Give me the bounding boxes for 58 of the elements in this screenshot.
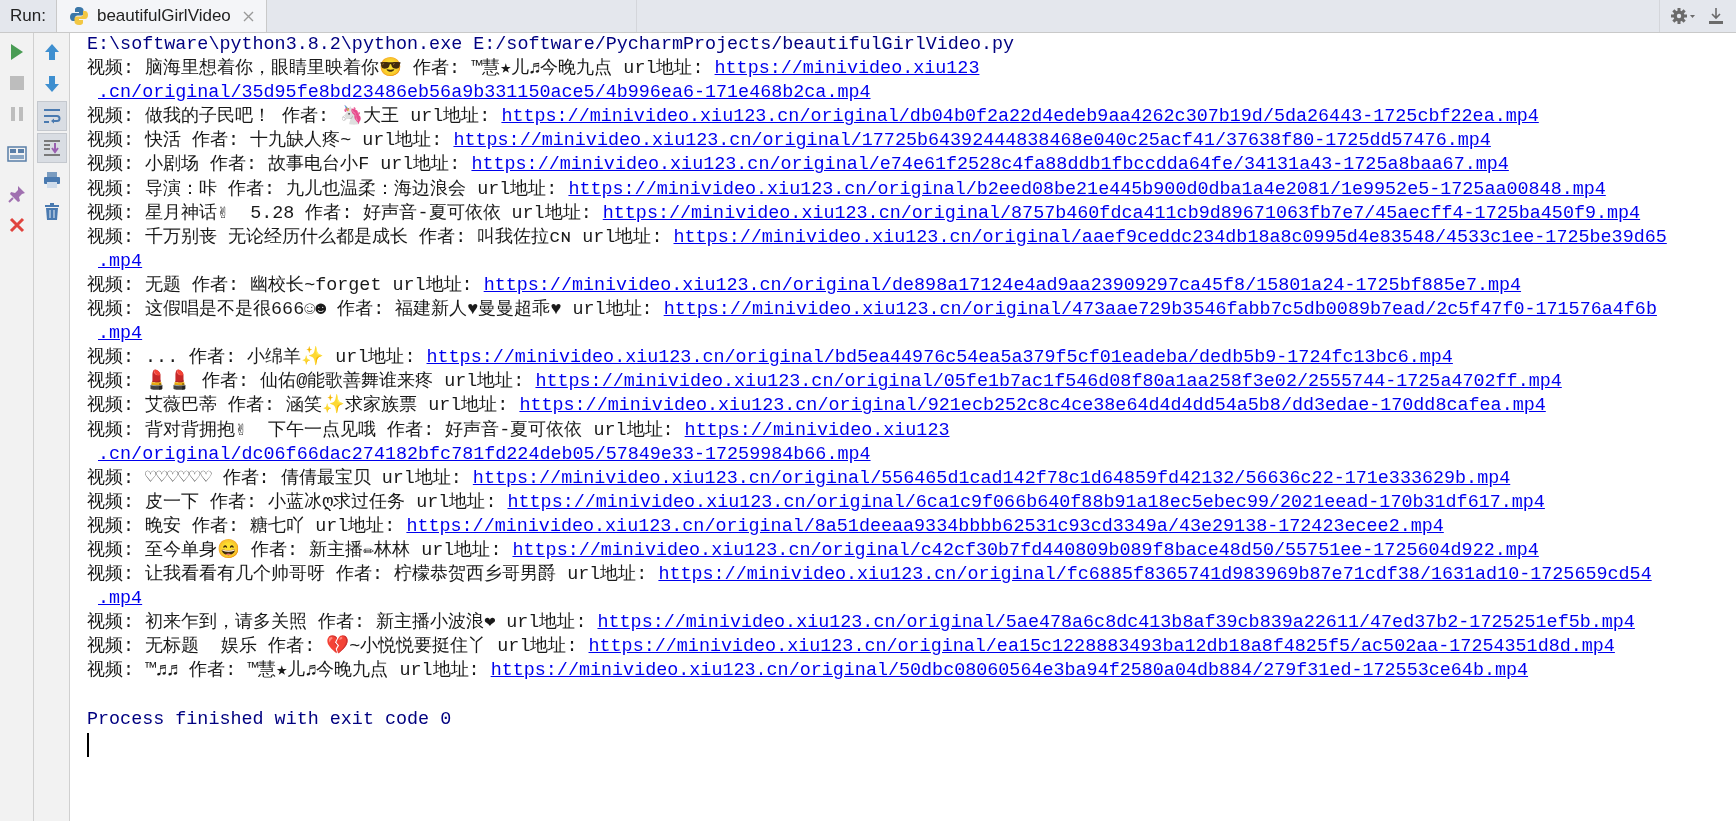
output-text: 视频: 初来乍到，请多关照 作者: 新主播小波浪❤ url地址: (87, 612, 588, 634)
url-link[interactable]: .mp4 (98, 250, 143, 272)
output-text: 视频: 背对背拥抱✌ 下午一点见哦 作者: 好声音-夏可依依 url地址: (87, 419, 675, 441)
url-link[interactable]: https://minivideo.xiu123.cn/original/bd5ea44976c54ea5a379f5cf01eadeba/dedb5b9-1724fc13bc6.mp4 (426, 347, 1453, 369)
scroll-to-end-icon[interactable] (36, 133, 67, 163)
url-link[interactable]: https://minivideo.xiu123.cn/original/6ca1c9f066b640f88b91a18ec5ebec99/2021eead-170b31df617.mp4 (507, 491, 1545, 513)
text-cursor (87, 732, 89, 757)
output-text: 视频: 星月神话✌ 5.28 作者: 好声音-夏可依依 url地址: (87, 202, 593, 224)
url-link[interactable]: https://minivideo.xiu123.cn/original/556465d1cad142f78c1d64859fd42132/56636c22-171e333629b.mp4 (472, 467, 1511, 489)
soft-wrap-icon[interactable] (36, 101, 67, 131)
url-link[interactable]: https://minivideo.xiu123.cn/original/ea15c1228883493ba12db18a8f4825f5/ac502aa-17254351d8d.mp4 (588, 636, 1615, 658)
output-text: 视频: 脑海里想着你，眼睛里映着你😎 作者: ™慧★儿♬今晚九点 url地址: (87, 58, 705, 80)
run-label: Run: (9, 5, 47, 28)
url-link[interactable]: https://minivideo.xiu123.cn/original/c42cf30b7fd440809b089f8bace48d50/55751ee-1725604d922.mp4 (512, 539, 1539, 561)
output-text: 视频: 皮一下 作者: 小蓝冰ღ求过任务 url地址: (87, 491, 498, 513)
output-text: 视频: 做我的子民吧！ 作者: 🦄大王 url地址: (87, 106, 492, 128)
output-text: 视频: 这假唱是不是很666☺☻ 作者: 福建新人♥曼曼超乖♥ url地址: (87, 299, 654, 321)
url-link[interactable]: .cn/original/35d95fe8bd23486eb56a9b331150ace5/4b996ea6-171e468b2ca.mp4 (98, 82, 871, 104)
url-link[interactable]: https://minivideo.xiu123.cn/original/b2eed08be21e445b900d0dba1a4e2081/1e9952e5-1725aa00848.mp4 (568, 178, 1606, 200)
output-text: 视频: ™♬♬ 作者: ™慧★儿♬今晚九点 url地址: (87, 660, 481, 682)
output-text: 视频: ♡♡♡♡♡♡ 作者: 倩倩最宝贝 url地址: (87, 467, 463, 489)
python-icon (68, 6, 89, 26)
output-text: 视频: 快活 作者: 十九缺人疼~ url地址: (87, 130, 444, 152)
url-link[interactable]: https://minivideo.xiu123 (684, 419, 950, 441)
url-link[interactable]: .mp4 (98, 588, 143, 610)
exit-status: Process finished with exit code 0 (87, 708, 452, 730)
output-text: 视频: 导演：咔 作者: 九儿也温柔：海边浪会 url地址: (87, 178, 559, 200)
url-link[interactable]: https://minivideo.xiu123.cn/original/e74e61f2528c4fa88ddb1fbccdda64fe/34131a43-1725a8baa67.mp4 (471, 154, 1509, 176)
url-link[interactable]: https://minivideo.xiu123.cn/original/8a51deeaa9334bbbb62531c93cd3349a/43e29138-172423ecee2.mp4 (406, 515, 1444, 537)
output-text: 视频: 💄💄 作者: 仙佑@能歌善舞谁来疼 url地址: (87, 371, 526, 393)
url-link[interactable]: https://minivideo.xiu123.cn/original/fc6885f8365741d983969b87e71cdf38/1631ad10-1725659cd54 (658, 564, 1652, 586)
hide-panel-icon[interactable] (1708, 7, 1724, 25)
url-link[interactable]: https://minivideo.xiu123.cn/original/5ae478a6c8dc413b8af39cb839a22611/47ed37b2-1725251ef5b.mp4 (597, 612, 1635, 634)
url-link[interactable]: https://minivideo.xiu123.cn/original/50dbc08060564e3ba94f2580a04db884/279f31ed-172553ce64b.mp4 (490, 660, 1529, 682)
output-text: 视频: ... 作者: 小绵羊✨ url地址: (87, 347, 417, 369)
output-text: 视频: 晚安 作者: 糖七吖 url地址: (87, 515, 397, 537)
output-text: 视频: 千万别丧 无论经历什么都是成长 作者: 叫我佐拉ᴄɴ url地址: (87, 226, 664, 248)
output-text: 视频: 无题 作者: 幽校长~forget url地址: (87, 274, 474, 296)
output-text: 视频: 让我看看有几个帅哥呀 作者: 柠檬恭贺西乡哥男爵 url地址: (87, 564, 649, 586)
command-line: E:\software\python3.8.2\python.exe E:/software/PycharmProjects/beautifulGirlVideo.py (87, 34, 1015, 55)
output-text: 视频: 至今单身😄 作者: 新主播✏林林 url地址: (87, 539, 503, 561)
url-link[interactable]: https://minivideo.xiu123.cn/original/921ecb252c8c4ce38e64d4d4dd54a5b8/dd3edae-170dd8cafea.mp4 (519, 395, 1546, 417)
url-link[interactable]: https://minivideo.xiu123.cn/original/05fe1b7ac1f546d08f80a1aa258f3e02/2555744-1725a4702ff.mp4 (535, 371, 1562, 393)
url-link[interactable]: https://minivideo.xiu123 (714, 58, 980, 80)
url-link[interactable]: https://minivideo.xiu123.cn/original/8757b460fdca411cb9d89671063fb7e7/45aecff4-1725ba450f9.mp4 (602, 202, 1641, 224)
url-link[interactable]: .cn/original/dc06f66dac274182bfc781fd224deb05/57849e33-17259984b66.mp4 (98, 443, 871, 465)
close-icon[interactable] (242, 10, 254, 22)
run-tab[interactable]: beautifulGirlVideo (55, 0, 267, 32)
settings-icon[interactable] (1670, 7, 1696, 25)
url-link[interactable]: https://minivideo.xiu123.cn/original/db04b0f2a22d4edeb9aa4262c307b19d/5da26443-1725cbf22ea.mp4 (501, 106, 1539, 128)
output-text: 视频: 小剧场 作者: 故事电台小F url地址: (87, 154, 462, 176)
url-link[interactable]: https://minivideo.xiu123.cn/original/473aae729b3546fabb7c5db0089b7ead/2c5f47f0-171576a4f6b (663, 299, 1657, 321)
url-link[interactable]: .mp4 (98, 323, 143, 345)
output-text: 视频: 艾薇巴蒂 作者: 涵笑✨求家族票 url地址: (87, 395, 510, 417)
url-link[interactable]: https://minivideo.xiu123.cn/original/de898a17124e4ad9aa23909297ca45f8/15801a24-1725bf885e7.mp4 (483, 274, 1522, 296)
url-link[interactable]: https://minivideo.xiu123.cn/original/17725b64392444838468e040c25acf41/37638f80-1725dd57476.mp4 (453, 130, 1491, 152)
url-link[interactable]: https://minivideo.xiu123.cn/original/aaef9ceddc234db18a8c0995d4e83548/4533c1ee-1725be39d65 (673, 226, 1667, 248)
output-text: 视频: 无标题 娱乐 作者: 💔~小悦悦要挺住丫 url地址: (87, 636, 579, 658)
